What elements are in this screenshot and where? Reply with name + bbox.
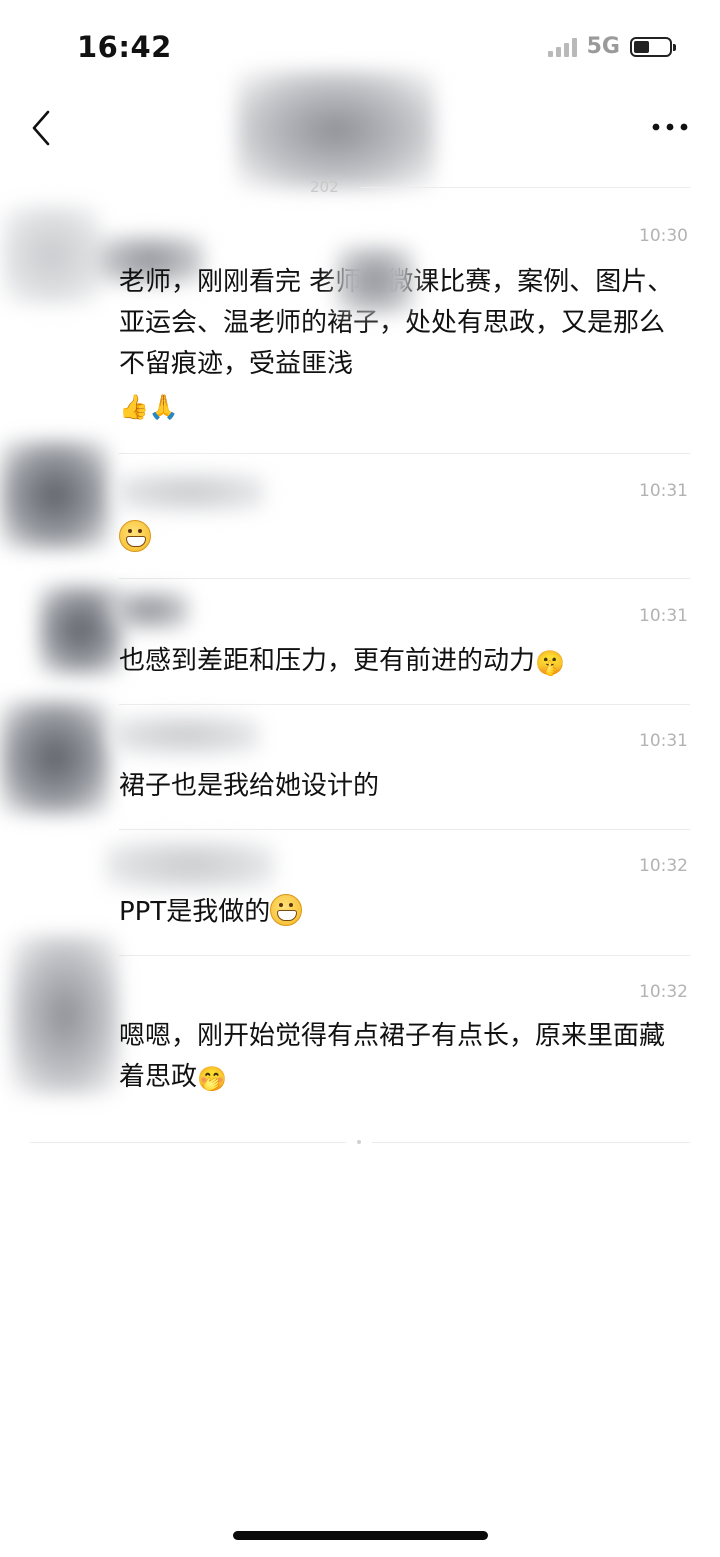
message-body: PPT是我做的 xyxy=(119,897,271,927)
hand-over-mouth-emoji: 🤭 xyxy=(197,1065,227,1093)
divider xyxy=(372,1142,690,1143)
message-text: 也感到差距和压力，更有前进的动力🤫 xyxy=(119,641,679,684)
battery-icon xyxy=(630,36,676,57)
sender-name-redacted xyxy=(115,472,265,512)
battery-fill xyxy=(634,40,650,53)
message-time: 10:30 xyxy=(639,226,688,246)
message-time: 10:32 xyxy=(639,856,688,876)
message-text: 裙子也是我给她设计的 xyxy=(119,766,679,807)
avatar[interactable] xyxy=(0,700,110,815)
back-button[interactable] xyxy=(26,108,56,148)
message-text xyxy=(119,518,679,559)
sender-name-redacted xyxy=(110,590,190,630)
sender-name-redacted xyxy=(110,715,260,755)
grin-emoji xyxy=(119,520,151,552)
ellipsis-icon xyxy=(652,123,688,131)
message-time: 10:31 xyxy=(639,731,688,751)
message-body: 也感到差距和压力，更有前进的动力 xyxy=(119,646,536,676)
redacted-title xyxy=(236,70,436,190)
divider xyxy=(119,704,690,705)
thumbs-up-pray-emoji: 👍🙏 xyxy=(119,393,179,421)
shushing-face-emoji: 🤫 xyxy=(535,649,565,677)
message-body: 裙子也是我给她设计的 xyxy=(119,771,380,801)
avatar[interactable] xyxy=(10,935,120,1095)
more-options-button[interactable] xyxy=(650,112,690,142)
divider xyxy=(30,1142,346,1143)
chevron-left-icon xyxy=(32,110,50,146)
sender-name-redacted xyxy=(105,840,275,890)
message-time: 10:31 xyxy=(639,606,688,626)
divider xyxy=(119,578,690,579)
status-indicators: 5G xyxy=(547,34,676,59)
message-time: 10:31 xyxy=(639,481,688,501)
title-year-fragment: 202 xyxy=(310,178,339,196)
grin-emoji xyxy=(270,894,303,926)
message-text: 嗯嗯，刚开始觉得有点裙子有点长，原来里面藏着思政🤭 xyxy=(119,1016,679,1100)
message-text: PPT是我做的 xyxy=(119,892,679,933)
signal-icon xyxy=(547,37,577,57)
divider xyxy=(119,453,690,454)
redacted-name-inline xyxy=(335,245,415,315)
home-indicator[interactable] xyxy=(233,1531,488,1540)
status-time: 16:42 xyxy=(77,30,172,64)
message-time: 10:32 xyxy=(639,982,688,1002)
divider xyxy=(119,955,690,956)
network-type: 5G xyxy=(586,34,620,59)
divider xyxy=(360,187,690,188)
divider xyxy=(119,829,690,830)
avatar[interactable] xyxy=(0,440,110,550)
avatar[interactable] xyxy=(2,205,102,305)
divider-dot xyxy=(357,1140,361,1144)
